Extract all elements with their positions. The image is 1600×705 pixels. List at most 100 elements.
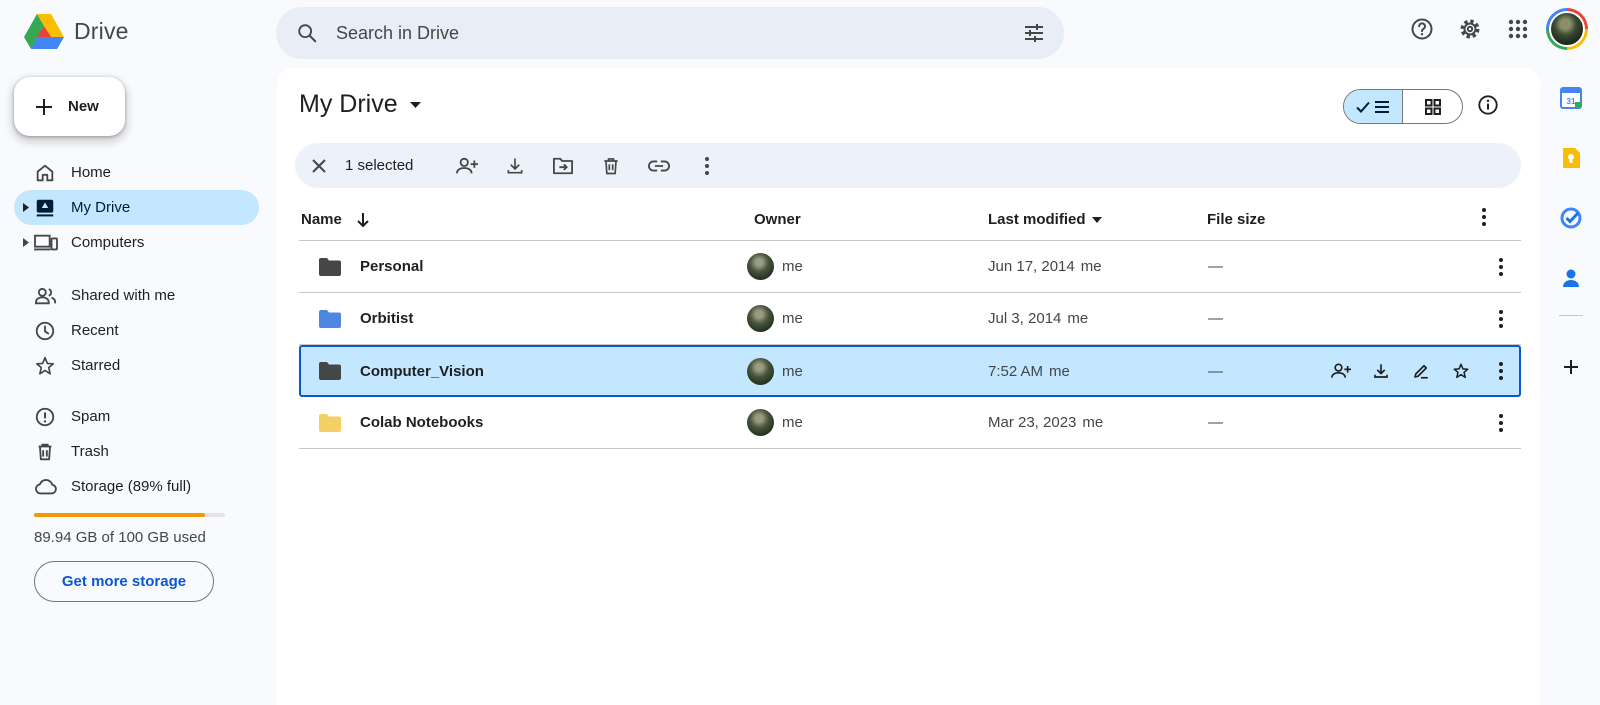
sidebar-item-recent[interactable]: Recent [14,313,259,348]
delete-trash-icon[interactable] [599,154,623,178]
more-actions-icon[interactable] [1481,299,1521,339]
top-right-controls [1394,8,1600,50]
sidebar-item-starred[interactable]: Starred [14,348,259,383]
table-row[interactable]: Orbitist me Jul 3, 2014 me — [299,293,1521,345]
search-options-icon[interactable] [1022,21,1046,45]
search-icon[interactable] [296,22,318,44]
column-options-icon[interactable] [1482,208,1486,226]
rename-pencil-icon[interactable] [1401,351,1441,391]
expand-caret-icon[interactable] [23,203,29,212]
storage-progress-bar [34,513,225,517]
column-header-name[interactable]: Name [301,211,370,228]
app-name: Drive [74,17,129,44]
row-actions [1481,241,1521,292]
column-label: Name [301,211,342,228]
expand-caret-icon[interactable] [23,238,29,247]
more-actions-icon[interactable] [1481,403,1521,443]
owner-avatar [747,409,774,436]
modified-by: me [1080,258,1102,275]
table-row[interactable]: Personal me Jun 17, 2014 me — [299,241,1521,293]
move-to-folder-icon[interactable] [551,154,575,178]
dropdown-arrow-icon [1091,216,1102,223]
add-addon-plus-icon[interactable] [1556,352,1586,382]
my-drive-icon [36,199,54,217]
sidebar-item-label: My Drive [71,199,131,216]
sidebar-item-computers[interactable]: Computers [14,225,259,260]
sidebar-item-home[interactable]: Home [14,155,259,190]
spam-icon [35,407,55,427]
modified-by: me [1067,310,1089,327]
calendar-icon[interactable]: 31 [1556,83,1586,113]
column-header-owner[interactable]: Owner [754,211,801,228]
search-input[interactable] [336,22,976,44]
file-name: Personal [360,258,424,275]
more-actions-icon[interactable] [1481,247,1521,287]
file-name: Orbitist [360,310,414,327]
modified-by: me [1049,362,1070,380]
new-button[interactable]: New [14,77,125,136]
column-header-file-size[interactable]: File size [1207,211,1265,228]
table-header: Name Owner Last modified File size [299,199,1521,241]
storage-progress-fill [34,513,205,517]
file-size-cell: — [1208,414,1223,431]
sidebar-item-label: Home [71,164,112,181]
get-more-storage-button[interactable]: Get more storage [34,561,214,602]
column-label: Owner [754,211,801,228]
sidebar-item-storage[interactable]: Storage (89% full) [14,469,259,504]
column-label: File size [1207,211,1266,228]
list-view-button[interactable] [1344,90,1404,123]
sidebar-item-shared-with-me[interactable]: Shared with me [14,278,259,313]
sidebar-item-my-drive[interactable]: My Drive [14,190,259,225]
owner-name: me [782,258,803,275]
share-person-add-icon[interactable] [1321,351,1361,391]
star-icon [35,356,55,375]
grid-view-button[interactable] [1403,90,1462,123]
selection-action-bar: 1 selected [295,143,1521,188]
storage-usage-text: 89.94 GB of 100 GB used [34,529,206,546]
owner-avatar [747,253,774,280]
more-actions-icon[interactable] [695,154,719,178]
column-header-last-modified[interactable]: Last modified [988,211,1102,228]
last-modified-cell: Jul 3, 2014 me [988,293,1088,344]
modified-date: Jul 3, 2014 [988,310,1062,327]
table-row[interactable]: Computer_Vision me 7:52 AM me — [299,345,1521,397]
keep-icon[interactable] [1556,143,1586,173]
sidebar-item-label: Shared with me [71,287,176,304]
copy-link-icon[interactable] [647,154,671,178]
sidebar-item-trash[interactable]: Trash [14,434,259,469]
sidebar-item-label: Spam [71,408,111,425]
contacts-icon[interactable] [1556,263,1586,293]
apps-grid-icon[interactable] [1498,9,1538,49]
add-to-starred-icon[interactable] [1441,351,1481,391]
table-row[interactable]: Colab Notebooks me Mar 23, 2023 me — [299,397,1521,449]
owner-cell: me [747,347,803,395]
side-panel-divider [1559,315,1583,316]
help-icon[interactable] [1402,9,1442,49]
selection-count: 1 selected [345,157,414,174]
sort-arrow-down-icon[interactable] [356,212,370,228]
shared-icon [35,287,57,305]
account-avatar[interactable] [1546,8,1588,50]
owner-name: me [782,414,803,431]
owner-cell: me [747,397,803,448]
row-actions [1321,347,1521,395]
clear-selection-close-icon[interactable] [307,154,331,178]
details-info-icon[interactable] [1477,94,1499,116]
drive-logo-icon [24,14,64,49]
share-person-add-icon[interactable] [455,154,479,178]
cloud-icon [35,479,57,495]
my-drive-title-menu[interactable]: My Drive [299,90,421,119]
settings-gear-icon[interactable] [1450,9,1490,49]
drive-logo[interactable]: Drive [24,13,129,49]
file-name: Computer_Vision [360,362,484,380]
more-actions-icon[interactable] [1481,351,1521,391]
search-bar[interactable] [276,7,1064,59]
tasks-icon[interactable] [1556,203,1586,233]
folder-icon [319,293,341,344]
file-name: Colab Notebooks [360,414,484,431]
modified-by: me [1082,414,1104,431]
sidebar-item-spam[interactable]: Spam [14,399,259,434]
dropdown-arrow-icon [409,101,421,108]
download-icon[interactable] [503,154,527,178]
download-icon[interactable] [1361,351,1401,391]
